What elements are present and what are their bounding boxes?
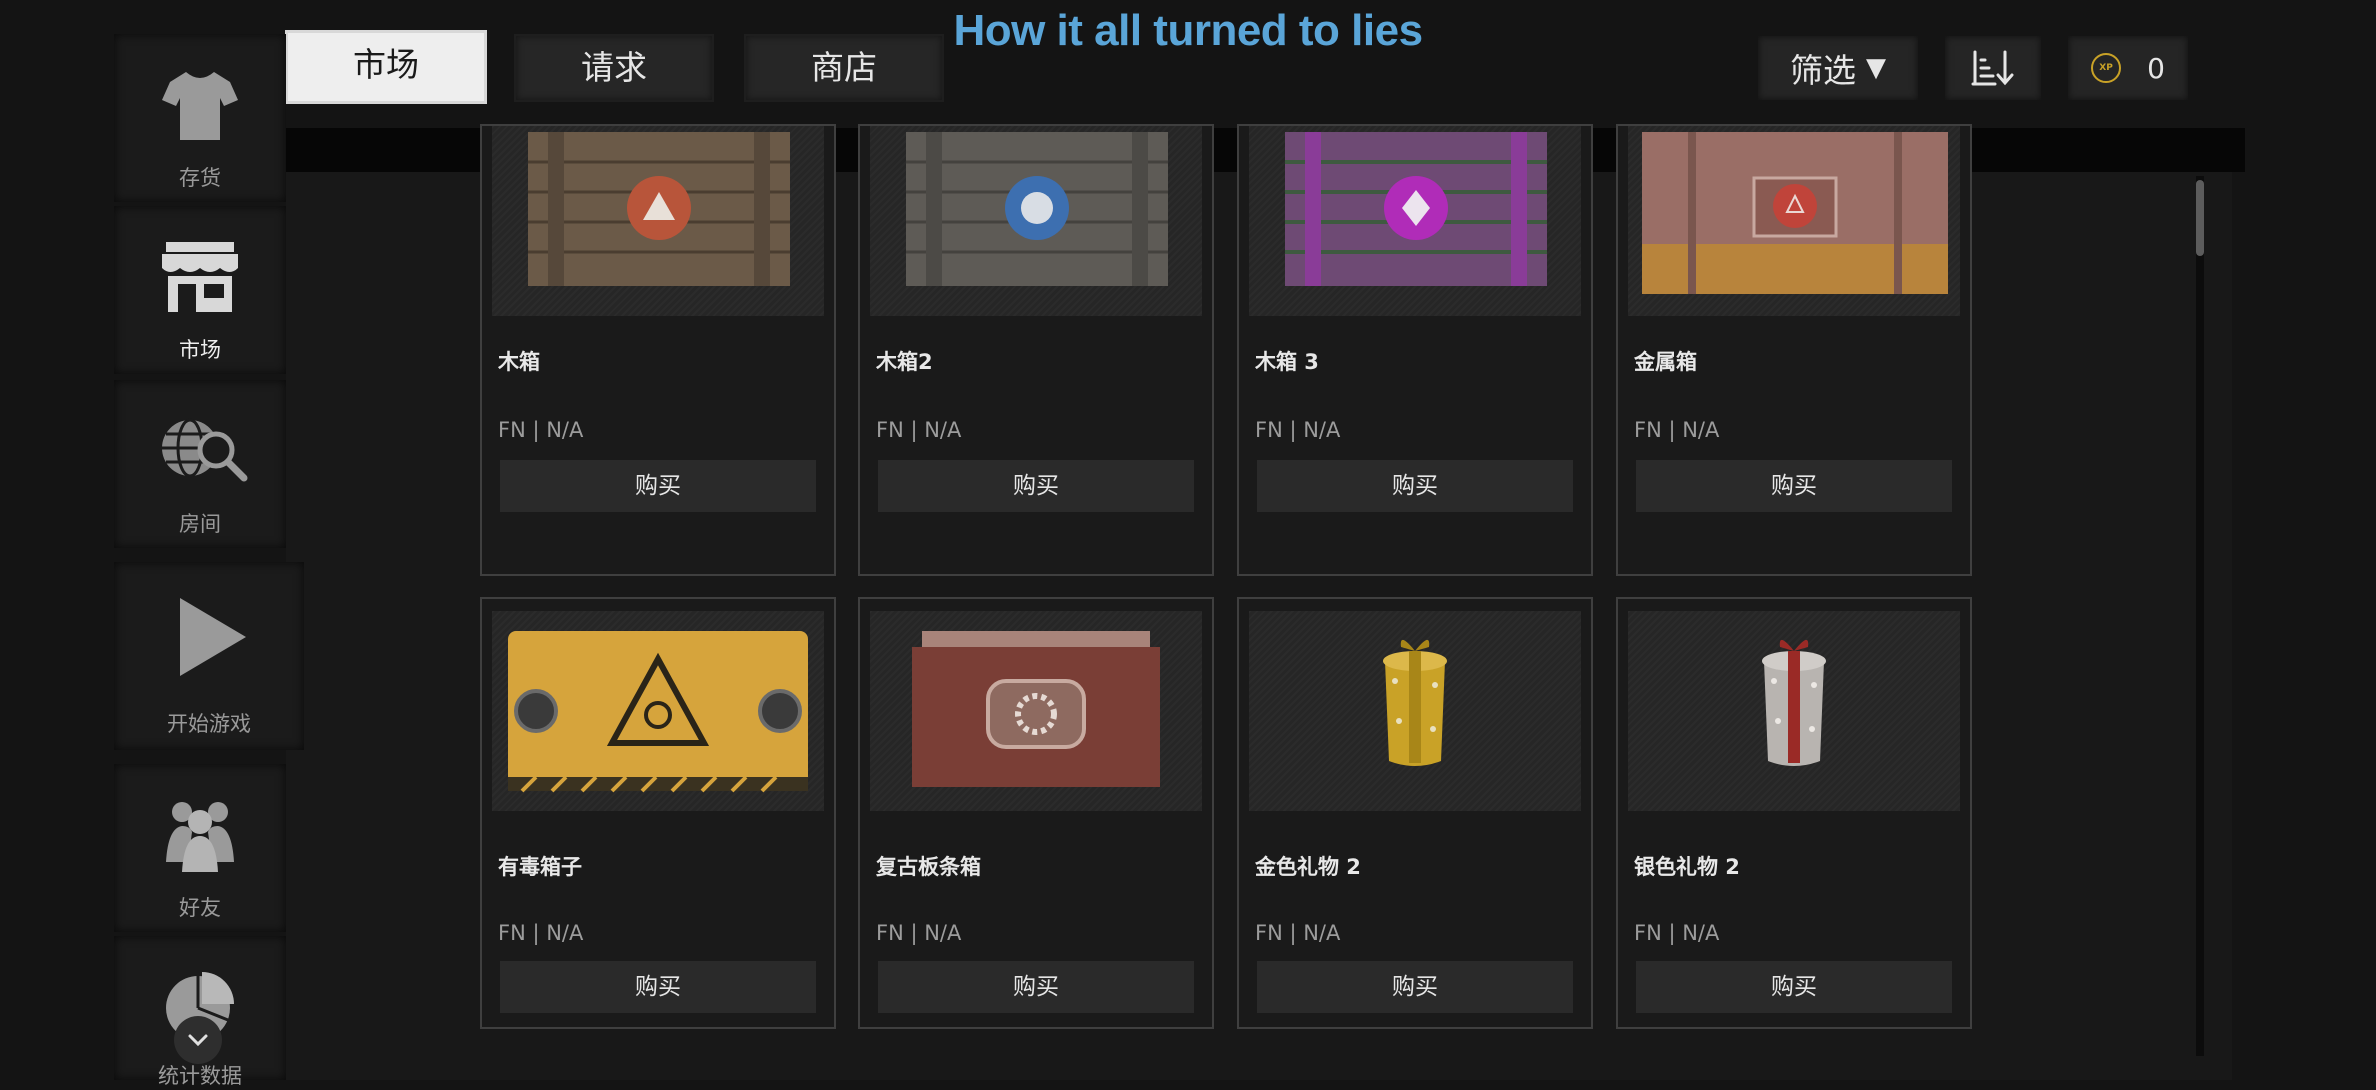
market-card[interactable]: 木箱 FN | N/A 购买: [480, 124, 836, 576]
sidebar-item-rooms[interactable]: 房间: [114, 380, 286, 548]
item-name: 复古板条箱: [876, 855, 981, 879]
friends-icon: [166, 802, 234, 872]
market-card[interactable]: 金色礼物 2 FN | N/A 购买: [1237, 597, 1593, 1029]
buy-button[interactable]: 购买: [500, 460, 816, 512]
buy-button[interactable]: 购买: [1257, 460, 1573, 512]
sidebar-item-label: 统计数据: [158, 1064, 242, 1088]
biohazard-crate-icon: [508, 631, 808, 793]
xp-value: 0: [2147, 51, 2165, 85]
market-card[interactable]: 木箱2 FN | N/A 购买: [858, 124, 1214, 576]
item-condition: FN | N/A: [498, 921, 584, 945]
item-condition: FN | N/A: [876, 921, 962, 945]
buy-button[interactable]: 购买: [1636, 460, 1952, 512]
market-card[interactable]: 金属箱 FN | N/A 购买: [1616, 124, 1972, 576]
item-image: [870, 126, 1202, 316]
sidebar-item-inventory[interactable]: 存货: [114, 34, 286, 202]
filter-label: 筛选: [1790, 51, 1856, 90]
xp-coin-icon: XP: [2091, 53, 2122, 83]
store-icon: [162, 242, 238, 312]
item-condition: FN | N/A: [1634, 418, 1720, 442]
tshirt-icon: [162, 72, 238, 140]
xp-balance: XP 0: [2068, 36, 2188, 100]
sidebar-item-label: 好友: [179, 896, 221, 920]
chevron-down-icon: [188, 1034, 208, 1047]
metal-crate-icon: [1642, 132, 1948, 294]
sidebar-item-market[interactable]: 市场: [114, 206, 286, 374]
tab-shop[interactable]: 商店: [746, 36, 942, 100]
tab-requests[interactable]: 请求: [516, 36, 712, 100]
sidebar-item-label: 市场: [179, 338, 221, 362]
item-image: [1628, 611, 1960, 811]
wooden-crate-purple-icon: [1285, 132, 1547, 286]
filter-button[interactable]: 筛选 ▼: [1758, 36, 1918, 100]
item-condition: FN | N/A: [1255, 921, 1341, 945]
sidebar-scroll-down-button[interactable]: [174, 1016, 222, 1064]
item-condition: FN | N/A: [876, 418, 962, 442]
item-image: [1249, 126, 1581, 316]
play-icon: [180, 598, 246, 676]
buy-button[interactable]: 购买: [1257, 961, 1573, 1013]
item-name: 木箱 3: [1255, 350, 1319, 374]
wooden-crate-blue-icon: [906, 132, 1168, 286]
globe-search-icon: [162, 418, 248, 482]
buy-button[interactable]: 购买: [1636, 961, 1952, 1013]
item-name: 木箱2: [876, 350, 933, 374]
sidebar-item-friends[interactable]: 好友: [114, 764, 286, 932]
silver-gift-icon: [1762, 639, 1826, 766]
sidebar-item-label: 存货: [179, 166, 221, 190]
item-name: 有毒箱子: [498, 855, 582, 879]
item-image: [492, 611, 824, 811]
sort-button[interactable]: [1945, 36, 2041, 100]
gold-gift-icon: [1383, 639, 1447, 766]
item-image: [870, 611, 1202, 811]
sidebar-item-label: 开始游戏: [167, 712, 251, 736]
buy-button[interactable]: 购买: [878, 961, 1194, 1013]
wooden-crate-icon: [528, 132, 790, 286]
item-name: 木箱: [498, 350, 540, 374]
buy-button[interactable]: 购买: [500, 961, 816, 1013]
item-name: 金属箱: [1634, 350, 1697, 374]
item-condition: FN | N/A: [498, 418, 584, 442]
buy-button[interactable]: 购买: [878, 460, 1194, 512]
item-image: [1628, 126, 1960, 316]
item-condition: FN | N/A: [1255, 418, 1341, 442]
scrollbar-thumb[interactable]: [2196, 180, 2204, 256]
item-image: [492, 126, 824, 316]
sort-descending-icon: [1971, 50, 2014, 86]
item-name: 银色礼物 2: [1634, 855, 1740, 879]
market-card[interactable]: 复古板条箱 FN | N/A 购买: [858, 597, 1214, 1029]
scrollbar-track[interactable]: [2196, 176, 2204, 1056]
sidebar-item-start-game[interactable]: 开始游戏: [114, 562, 304, 750]
market-card[interactable]: 银色礼物 2 FN | N/A 购买: [1616, 597, 1972, 1029]
item-condition: FN | N/A: [1634, 921, 1720, 945]
market-card[interactable]: 木箱 3 FN | N/A 购买: [1237, 124, 1593, 576]
item-name: 金色礼物 2: [1255, 855, 1361, 879]
sidebar-item-label: 房间: [179, 512, 221, 536]
market-card[interactable]: 有毒箱子 FN | N/A 购买: [480, 597, 836, 1029]
item-image: [1249, 611, 1581, 811]
tab-market[interactable]: 市场: [288, 33, 484, 101]
triangle-down-icon: ▼: [1866, 53, 1886, 83]
retro-crate-icon: [912, 631, 1160, 787]
